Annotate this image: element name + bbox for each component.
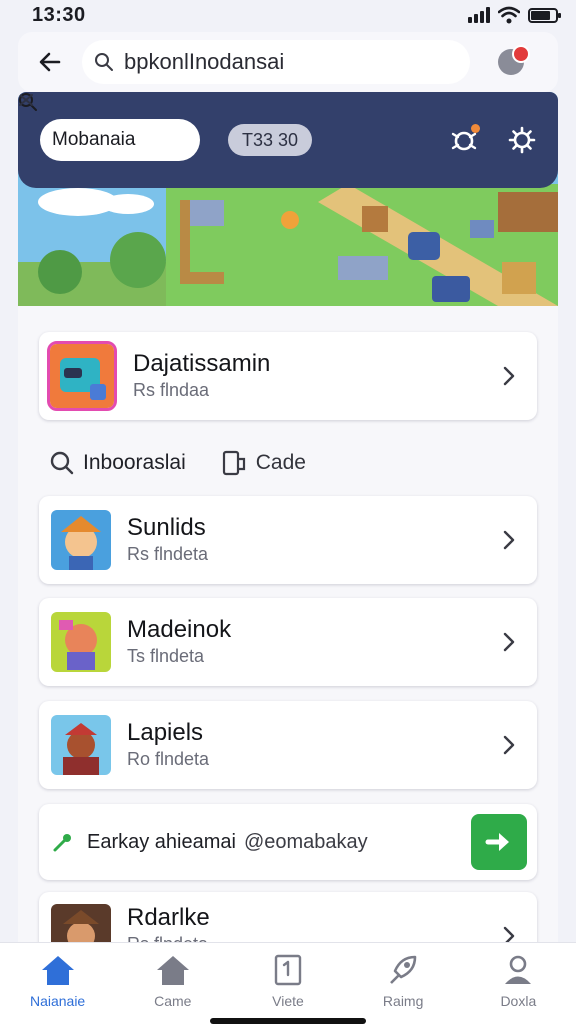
search-icon xyxy=(50,451,74,475)
app-subtitle: Ts flndeta xyxy=(127,646,205,666)
code-link[interactable]: Cade xyxy=(222,449,306,477)
chevron-right-icon xyxy=(493,524,525,556)
device-icon xyxy=(222,450,245,476)
featured-app-card[interactable]: Dajatissamin Rs flndaa xyxy=(39,332,537,420)
notification-badge xyxy=(512,45,530,63)
app-title: Sunlids xyxy=(127,514,206,541)
promo-text: Earkay ahieamai xyxy=(87,830,236,853)
banner-chip-label: T33 30 xyxy=(242,129,299,150)
app-title: Rdarlke xyxy=(127,904,210,931)
person-icon xyxy=(505,955,532,984)
nav-label: Doxla xyxy=(500,993,537,1009)
promo-handle: @eomabakay xyxy=(243,830,368,853)
banner-chip[interactable]: T33 30 xyxy=(19,94,313,156)
chevron-right-icon xyxy=(493,360,525,392)
content-list: Dajatissamin Rs flndaa Inbooraslai Cade xyxy=(18,306,558,964)
nav-label: Naianaie xyxy=(29,993,86,1009)
app-title: Lapiels xyxy=(127,719,204,746)
app-thumbnail xyxy=(51,715,111,775)
back-button[interactable] xyxy=(18,32,82,92)
app-thumbnail xyxy=(51,510,111,570)
app-card[interactable]: Lapiels Ro flndeta xyxy=(39,701,537,789)
key-icon xyxy=(53,834,71,852)
status-bar: 13:30 xyxy=(0,0,576,30)
section-label: Inbooraslai xyxy=(83,451,186,474)
achievements-button[interactable] xyxy=(450,124,480,154)
app-card[interactable]: Sunlids Rs flndeta xyxy=(39,496,537,584)
shuffle-icon xyxy=(19,94,33,106)
house-icon xyxy=(156,956,189,985)
search-icon xyxy=(95,53,113,71)
code-link-label: Cade xyxy=(255,451,306,474)
status-icons xyxy=(468,6,561,24)
banner-search-value: Mobanaia xyxy=(52,129,136,150)
nav-label: Came xyxy=(154,993,192,1009)
profile-button[interactable] xyxy=(498,45,532,79)
nav-item-game[interactable]: Came xyxy=(123,953,223,1009)
app-thumbnail xyxy=(51,612,111,672)
promo-card[interactable]: Earkay ahieamai @eomabakay xyxy=(39,804,537,880)
nav-item-home[interactable]: Naianaie xyxy=(8,953,108,1009)
status-time: 13:30 xyxy=(32,3,86,26)
section-header: Inbooraslai Cade xyxy=(39,438,537,488)
wifi-icon xyxy=(498,6,520,24)
app-card[interactable]: Madeinok Ts flndeta xyxy=(39,598,537,686)
search-input[interactable]: bpkonlInodansai xyxy=(82,40,470,84)
app-subtitle: Rs flndeta xyxy=(127,544,209,564)
nav-item-rating[interactable]: Raimg xyxy=(353,953,453,1009)
search-query: bpkonlInodansai xyxy=(124,49,285,74)
home-icon xyxy=(41,956,74,985)
nav-item-profile[interactable]: Doxla xyxy=(468,953,568,1009)
app-title: Madeinok xyxy=(127,616,232,643)
featured-app-title: Dajatissamin xyxy=(133,350,271,377)
clipboard-icon xyxy=(274,954,302,986)
game-banner[interactable]: Mobanaia T33 30 xyxy=(18,92,558,306)
chevron-right-icon xyxy=(493,729,525,761)
featured-app-subtitle: Rs flndaa xyxy=(133,380,210,400)
notification-dot xyxy=(471,124,480,133)
app-subtitle: Ro flndeta xyxy=(127,749,210,769)
gear-icon xyxy=(508,126,536,154)
banner-header: Mobanaia T33 30 xyxy=(18,92,558,188)
go-button[interactable] xyxy=(471,814,527,870)
nav-label: Raimg xyxy=(382,993,424,1009)
back-arrow-icon xyxy=(39,52,61,72)
banner-search-input[interactable]: Mobanaia xyxy=(19,93,200,161)
rocket-icon xyxy=(390,955,417,984)
chevron-right-icon xyxy=(493,626,525,658)
nav-label: Viete xyxy=(272,993,304,1009)
signal-icon xyxy=(468,7,490,23)
arrow-right-icon xyxy=(485,833,509,851)
battery-icon xyxy=(528,7,561,23)
banner-actions xyxy=(450,124,536,154)
featured-app-thumbnail xyxy=(47,341,117,411)
top-bar: bpkonlInodansai xyxy=(18,32,558,92)
home-indicator xyxy=(210,1018,366,1024)
nav-item-view[interactable]: Viete xyxy=(238,953,338,1009)
bottom-nav: Naianaie Came Viete Raimg Doxla xyxy=(0,942,576,1024)
settings-button[interactable] xyxy=(508,126,536,154)
